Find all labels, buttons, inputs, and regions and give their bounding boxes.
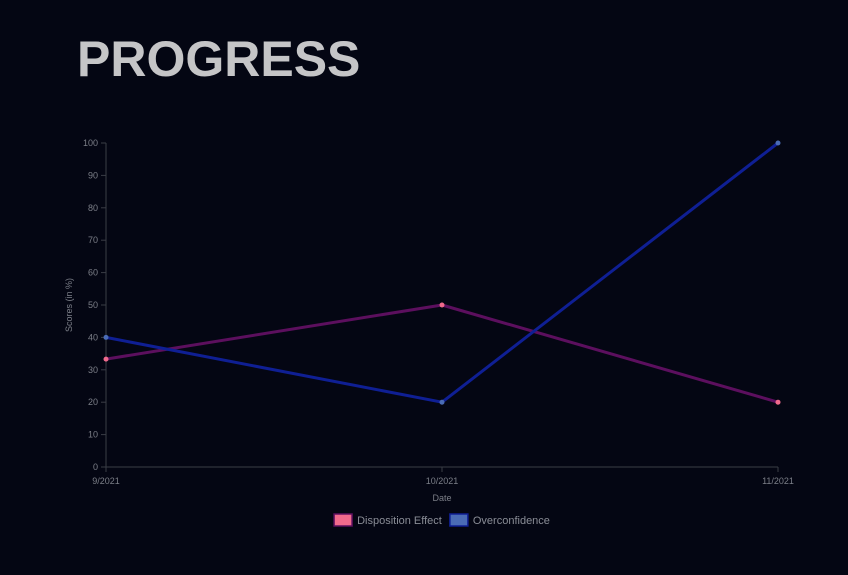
data-point[interactable] (439, 302, 445, 308)
y-tick-label: 40 (88, 332, 98, 342)
data-point[interactable] (775, 140, 781, 146)
y-tick-label: 30 (88, 365, 98, 375)
y-tick-label: 60 (88, 268, 98, 278)
y-tick-label: 90 (88, 170, 98, 180)
x-axis-title: Date (432, 493, 451, 503)
y-tick-label: 70 (88, 235, 98, 245)
legend-swatch[interactable] (449, 513, 469, 527)
y-tick-label: 0 (93, 462, 98, 472)
y-tick-label: 20 (88, 397, 98, 407)
data-point[interactable] (439, 399, 445, 405)
y-axis-title: Scores (in %) (64, 278, 74, 332)
y-tick-label: 80 (88, 203, 98, 213)
y-tick-label: 10 (88, 430, 98, 440)
y-tick-label: 50 (88, 300, 98, 310)
line-chart: 0 10 20 30 40 50 60 70 80 90 100 9/2021 10/2021 11/20… (64, 138, 794, 527)
x-tick-label: 11/2021 (762, 476, 794, 486)
data-point[interactable] (775, 399, 781, 405)
legend-label[interactable]: Overconfidence (473, 515, 550, 527)
x-tick-label: 9/2021 (92, 476, 120, 486)
legend-swatch[interactable] (333, 513, 353, 527)
series-line (105, 303, 779, 404)
legend-label[interactable]: Disposition Effect (357, 515, 442, 527)
data-point[interactable] (103, 356, 109, 362)
series-line (105, 141, 779, 404)
data-point[interactable] (103, 334, 109, 340)
y-tick-label: 100 (83, 138, 98, 148)
x-tick-label: 10/2021 (426, 476, 459, 486)
